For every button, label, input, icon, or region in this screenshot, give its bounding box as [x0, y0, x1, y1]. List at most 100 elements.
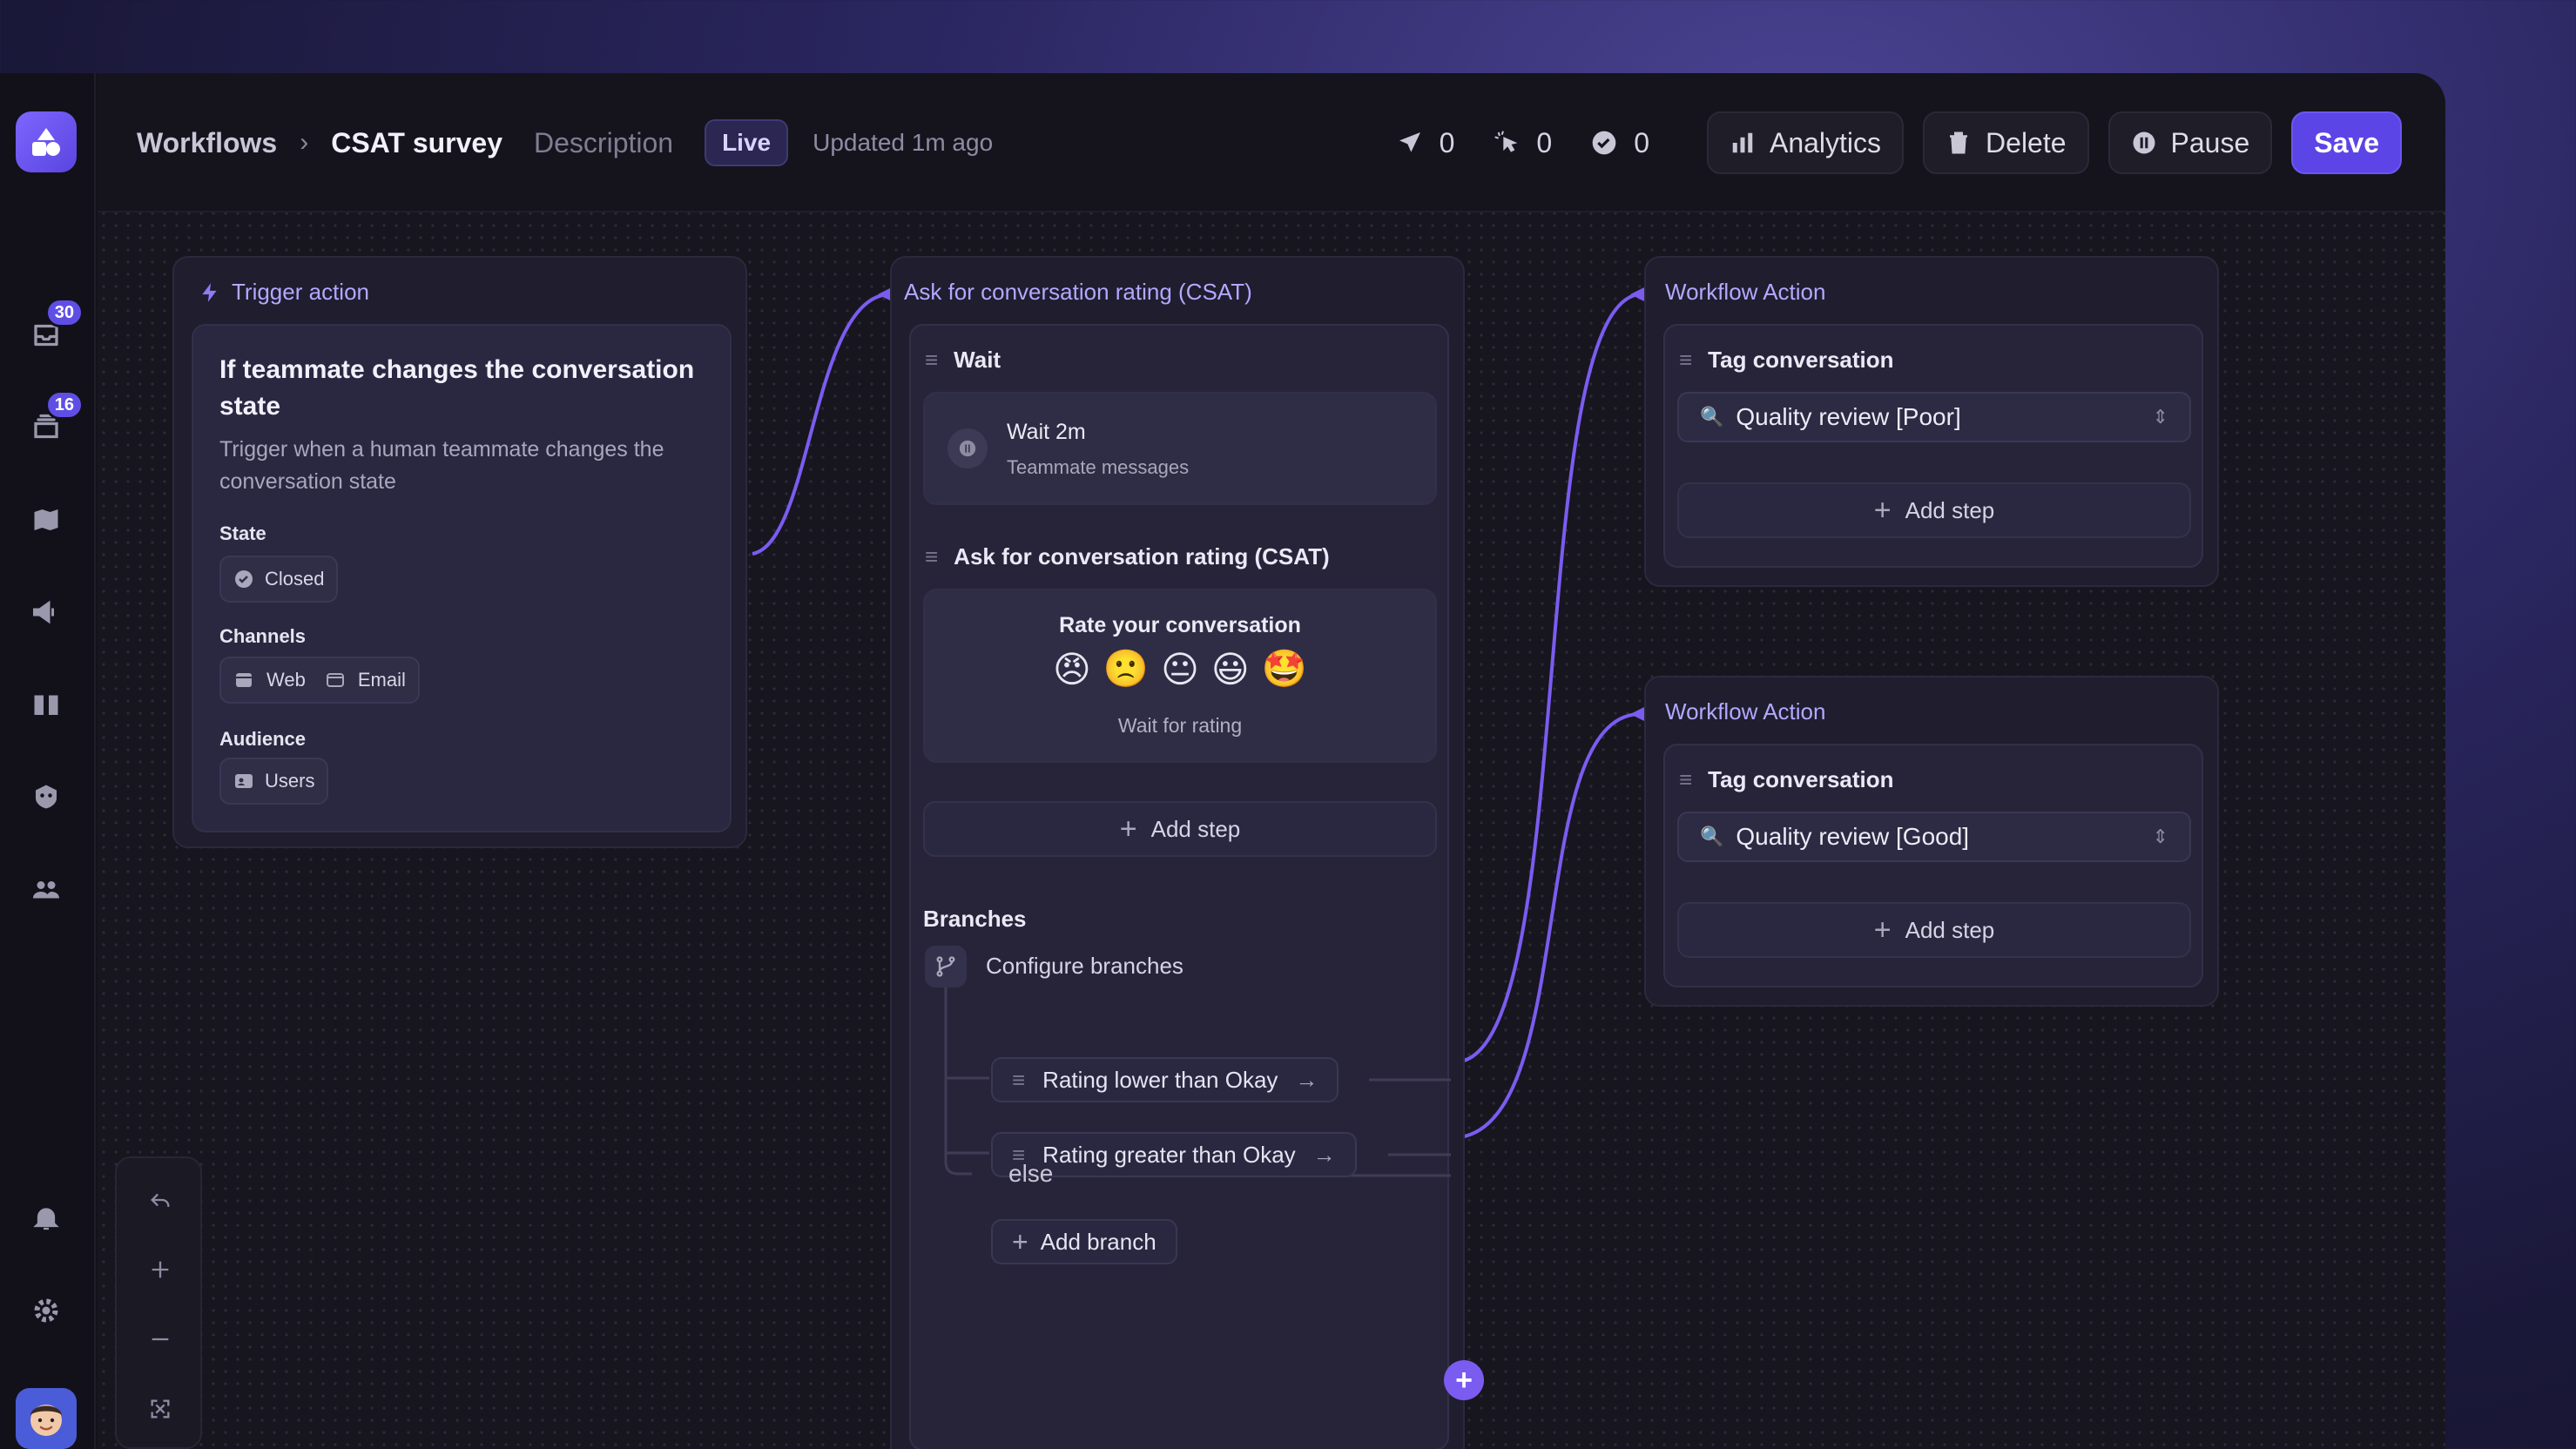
user-avatar[interactable] [16, 1388, 77, 1449]
chevron-up-down-icon: ⇕ [2152, 826, 2168, 847]
tag-conversation-label: ≡ Tag conversation [1679, 766, 1894, 793]
add-else-action-button[interactable]: + [1444, 1360, 1484, 1400]
plus-icon: + [1873, 493, 1892, 527]
tickets-badge: 16 [44, 390, 84, 420]
drag-handle-icon[interactable]: ≡ [925, 347, 938, 374]
csat-steps: ≡ Wait Wait 2m Teammate messages ≡ Ask f… [909, 324, 1451, 1449]
plus-icon: + [1119, 812, 1137, 846]
app-logo[interactable] [16, 111, 77, 172]
workflow-action-good[interactable]: Workflow Action ≡ Tag conversation 🔍 Qua… [1644, 676, 2219, 1007]
canvas-controls [115, 1156, 202, 1449]
zoom-in-button[interactable] [143, 1252, 178, 1287]
branch-1-label: Rating lower than Okay [1042, 1066, 1278, 1093]
wait-step[interactable]: Wait 2m Teammate messages [923, 392, 1437, 505]
sidebar-item-outbound[interactable] [24, 590, 68, 634]
branch-icon [925, 946, 967, 987]
chevron-up-down-icon: ⇕ [2152, 406, 2168, 428]
action-good-title: Workflow Action [1665, 698, 1826, 724]
wait-label: Wait [954, 347, 1001, 373]
plus-icon: + [1873, 913, 1892, 947]
sidebar-item-bot[interactable] [24, 775, 68, 819]
action-good-label: Tag conversation [1708, 766, 1894, 792]
megaphone-icon [33, 600, 54, 624]
branch-rating-lower[interactable]: ≡ Rating lower than Okay → [991, 1057, 1339, 1102]
action-poor-title: Workflow Action [1665, 279, 1826, 305]
bell-icon [33, 1208, 59, 1230]
plus-icon: + [1012, 1225, 1028, 1257]
arrow-right-icon: → [1312, 1141, 1336, 1168]
undo-button[interactable] [143, 1183, 178, 1217]
zoom-out-button[interactable] [143, 1322, 178, 1357]
drag-handle-icon[interactable]: ≡ [1012, 1067, 1025, 1094]
sidebar-item-contacts[interactable] [24, 867, 68, 911]
workflow-canvas[interactable]: Workflows › CSAT survey Description Live… [98, 73, 2445, 1449]
state-label: State [219, 522, 266, 544]
add-branch-button[interactable]: + Add branch [991, 1219, 1177, 1264]
else-branch: else [1008, 1160, 1054, 1187]
sidebar: 30 16 [0, 73, 96, 1449]
branch-glyph [936, 956, 955, 977]
web-icon [236, 673, 252, 687]
channel-web: Web [266, 669, 306, 691]
tag-conversation-label: ≡ Tag conversation [1679, 347, 1894, 374]
magnifier-icon: 🔍 [1700, 406, 1724, 428]
trigger-title-text: Trigger action [232, 279, 369, 305]
workflow-action-poor[interactable]: Workflow Action ≡ Tag conversation 🔍 Qua… [1644, 256, 2219, 587]
sidebar-item-tickets[interactable]: 16 [24, 390, 84, 449]
expand-icon [151, 1399, 170, 1419]
audience-chip[interactable]: Users [219, 758, 329, 805]
rating-step[interactable]: Rate your conversation 😠 🙁 😐 😃 🤩 Wait fo… [923, 589, 1437, 763]
trigger-description: Trigger when a human teammate changes th… [219, 437, 664, 494]
state-value: Closed [265, 568, 325, 590]
sidebar-item-inbox[interactable]: 30 [24, 298, 84, 357]
add-step-button[interactable]: + Add step [923, 801, 1437, 857]
book-icon [34, 695, 58, 715]
sidebar-item-notifications[interactable] [24, 1196, 68, 1240]
action-poor-label: Tag conversation [1708, 347, 1894, 373]
add-step-button[interactable]: + Add step [1677, 902, 2191, 958]
star-struck-emoji-icon: 🤩 [1261, 648, 1307, 689]
tag-select-good[interactable]: 🔍 Quality review [Good] ⇕ [1677, 812, 2191, 862]
csat-card-title: Ask for conversation rating (CSAT) [904, 279, 1252, 305]
emoji-row: 😠 🙁 😐 😃 🤩 [925, 648, 1435, 691]
add-step-label: Add step [1905, 496, 1995, 523]
wait-title: Wait 2m [1007, 420, 1086, 444]
avatar-face-icon [30, 1405, 62, 1436]
add-step-label: Add step [1150, 815, 1241, 842]
trigger-card-title: Trigger action [199, 279, 369, 306]
add-step-button[interactable]: + Add step [1677, 482, 2191, 538]
sidebar-item-settings[interactable] [24, 1289, 68, 1332]
channels-label: Channels [219, 625, 307, 647]
action-good-body: ≡ Tag conversation 🔍 Quality review [Goo… [1663, 744, 2203, 987]
fit-view-button[interactable] [143, 1392, 178, 1426]
trigger-card[interactable]: Trigger action If teammate changes the c… [172, 256, 747, 848]
undo-icon [151, 1194, 170, 1208]
tag-value-good: Quality review [Good] [1736, 823, 1970, 850]
channels-chip[interactable]: Web Email [219, 657, 420, 704]
trigger-heading: If teammate changes the conversation sta… [219, 355, 695, 421]
plus-icon [152, 1261, 169, 1278]
gear-icon [34, 1298, 58, 1323]
wait-step-label: ≡ Wait [925, 347, 1001, 374]
email-icon [326, 673, 344, 687]
arrow-right-icon: → [1295, 1066, 1318, 1093]
ask-step-label: ≡ Ask for conversation rating (CSAT) [925, 543, 1330, 570]
audience-value: Users [265, 770, 315, 792]
drag-handle-icon[interactable]: ≡ [925, 543, 938, 570]
drag-handle-icon[interactable]: ≡ [1679, 347, 1692, 374]
user-card-icon [235, 774, 253, 788]
inbox-badge: 30 [44, 298, 84, 327]
csat-card[interactable]: Ask for conversation rating (CSAT) ≡ Wai… [890, 256, 1484, 1449]
logo-icon [32, 128, 60, 156]
tag-select-poor[interactable]: 🔍 Quality review [Poor] ⇕ [1677, 392, 2191, 442]
drag-handle-icon[interactable]: ≡ [1679, 766, 1692, 793]
state-chip[interactable]: Closed [219, 556, 339, 603]
branch-tree-lines [944, 987, 1451, 1177]
wait-for-rating: Wait for rating [1117, 714, 1243, 737]
branch-2-label: Rating greater than Okay [1042, 1141, 1296, 1168]
sidebar-item-knowledge[interactable] [24, 683, 68, 726]
sidebar-item-reports[interactable] [24, 498, 68, 542]
contacts-icon [33, 881, 59, 899]
configure-branches-link[interactable]: Configure branches [986, 953, 1183, 980]
ask-label: Ask for conversation rating (CSAT) [954, 543, 1330, 569]
